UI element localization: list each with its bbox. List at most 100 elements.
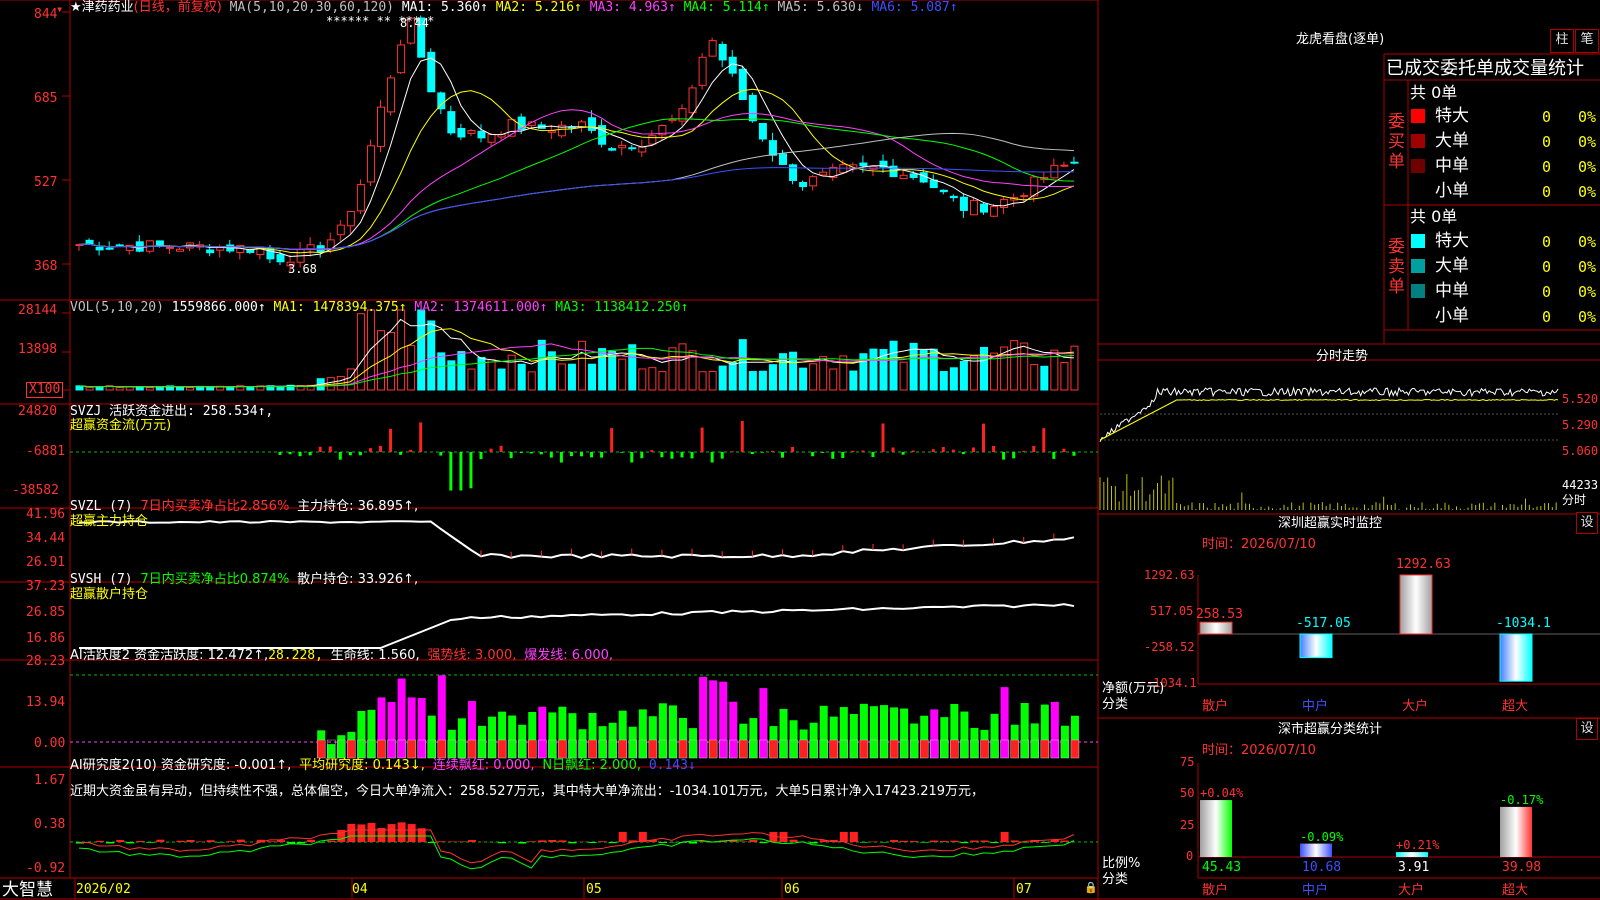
ai2-comment: 近期大资金虽有异动，但持续性不强，总体偏空，今日大单净流入：258.527万元，…	[70, 784, 985, 799]
candle-body	[909, 173, 918, 178]
research-bar	[447, 841, 456, 842]
activity-base	[708, 739, 718, 759]
volume-bar	[819, 356, 828, 391]
candle-body	[779, 153, 787, 165]
vol-unit-toggle[interactable]: X100	[26, 382, 64, 398]
monitor-bar	[1199, 621, 1233, 635]
activity-bar	[719, 681, 728, 758]
volume-bar	[929, 348, 938, 391]
candle-body	[1020, 195, 1029, 198]
ai1-v2: 28.228,	[268, 648, 323, 663]
ma2-value: MA2: 5.216↑	[495, 0, 582, 15]
tick-mode-button[interactable]: 笔	[1575, 29, 1599, 53]
buy-row-percent: 0%	[1578, 158, 1597, 176]
y-label: 0.38	[34, 817, 66, 832]
research-bar	[588, 842, 597, 843]
research-bar	[538, 840, 547, 842]
menu-arrow-icon[interactable]: ▾	[56, 2, 63, 16]
volume-bar	[527, 371, 536, 391]
date-label: 05	[586, 882, 602, 897]
main-position-line	[78, 520, 1075, 559]
activity-base	[859, 739, 869, 759]
class-bar-change: -0.17%	[1500, 792, 1544, 807]
activity-bar	[488, 716, 497, 758]
buy-row-name: 大单	[1435, 131, 1469, 151]
activity-bar	[598, 726, 607, 758]
buy-total: 共 0单	[1410, 83, 1458, 102]
sz-class-time: 时间：2026/07/10	[1202, 743, 1316, 758]
activity-bar	[417, 698, 426, 758]
volume-bar	[618, 358, 627, 391]
activity-base	[316, 739, 326, 759]
research-bar	[126, 842, 135, 844]
candle-body	[748, 94, 757, 122]
volume-bar	[85, 386, 94, 391]
svsh-ratio: 7日内买卖净占比0.874%	[140, 572, 290, 587]
volume-bar	[628, 344, 637, 391]
activity-base	[558, 739, 567, 759]
volume-bar	[557, 363, 566, 391]
activity-base	[347, 739, 356, 759]
research-bar	[558, 840, 567, 842]
class-bar-value: 3.91	[1398, 860, 1430, 875]
research-bar	[749, 839, 758, 842]
fenshi-unit: 分时	[1562, 493, 1587, 507]
activity-base	[1070, 739, 1080, 759]
candle-body	[387, 77, 396, 113]
sz-class-settings-button[interactable]: 设	[1576, 718, 1598, 740]
buy-color-swatch	[1411, 134, 1425, 148]
volume-bar	[959, 360, 968, 391]
volume-bar	[145, 387, 154, 391]
research-bar	[859, 842, 868, 843]
research-bar	[96, 840, 105, 842]
activity-bar	[1020, 703, 1029, 758]
candle-body	[668, 118, 677, 122]
svzl-subtitle: 超赢主力持仓	[70, 514, 149, 529]
sell-row-percent: 0%	[1578, 283, 1597, 301]
class-bar-change: +0.21%	[1396, 838, 1440, 853]
candle-body	[336, 224, 345, 236]
class-bar	[1300, 843, 1332, 857]
research-bar	[930, 840, 939, 842]
class-bar	[1500, 806, 1532, 857]
activity-bar	[749, 718, 758, 758]
candle-body	[980, 203, 988, 213]
ai2-nday: N日飘红: 2.000,	[542, 758, 641, 773]
volume-bar	[578, 340, 586, 391]
volume-bar	[738, 339, 747, 391]
candle-body	[206, 249, 215, 254]
ai1-strong: 强势线: 3.000,	[427, 648, 517, 663]
activity-base	[769, 739, 778, 759]
svzj-subtitle: 超赢资金流(万元)	[70, 418, 172, 433]
monitor-bar	[1499, 633, 1533, 682]
volume-bar	[678, 343, 687, 391]
research-bar	[357, 824, 366, 842]
vol-ma2: MA2: 1374611.000↑	[414, 300, 548, 315]
volume-bar	[889, 340, 898, 391]
volume-bar	[728, 361, 737, 391]
sz-monitor-settings-button[interactable]: 设	[1576, 512, 1598, 534]
sell-row-value: 0	[1542, 283, 1552, 301]
research-bar	[950, 840, 959, 842]
lock-icon[interactable]: 🔒	[1084, 881, 1098, 895]
volume-bar	[226, 387, 235, 391]
research-bar	[689, 842, 698, 844]
candle-body	[467, 130, 476, 134]
candle-body	[176, 248, 184, 252]
activity-bar	[327, 744, 336, 758]
y-label: 16.86	[26, 631, 66, 646]
ai1-header: AI活跃度2 资金活跃度: 12.472↑,28.228, 生命线: 1.560…	[70, 649, 613, 663]
activity-base	[437, 739, 447, 759]
volume-bar	[356, 313, 365, 391]
activity-bar	[1050, 702, 1059, 758]
research-bar	[890, 840, 899, 842]
volume-bar	[708, 370, 717, 391]
vol-ma3: MA3: 1138412.250↑	[555, 300, 689, 315]
candle-body	[698, 56, 707, 86]
sz-class-y-label: 0	[1186, 849, 1194, 863]
bar-mode-button[interactable]: 柱	[1550, 29, 1574, 53]
activity-base	[648, 739, 658, 759]
research-bar	[106, 842, 115, 844]
ma5-value: MA5: 5.630↓	[777, 0, 864, 15]
y-label: 13898	[18, 342, 58, 357]
